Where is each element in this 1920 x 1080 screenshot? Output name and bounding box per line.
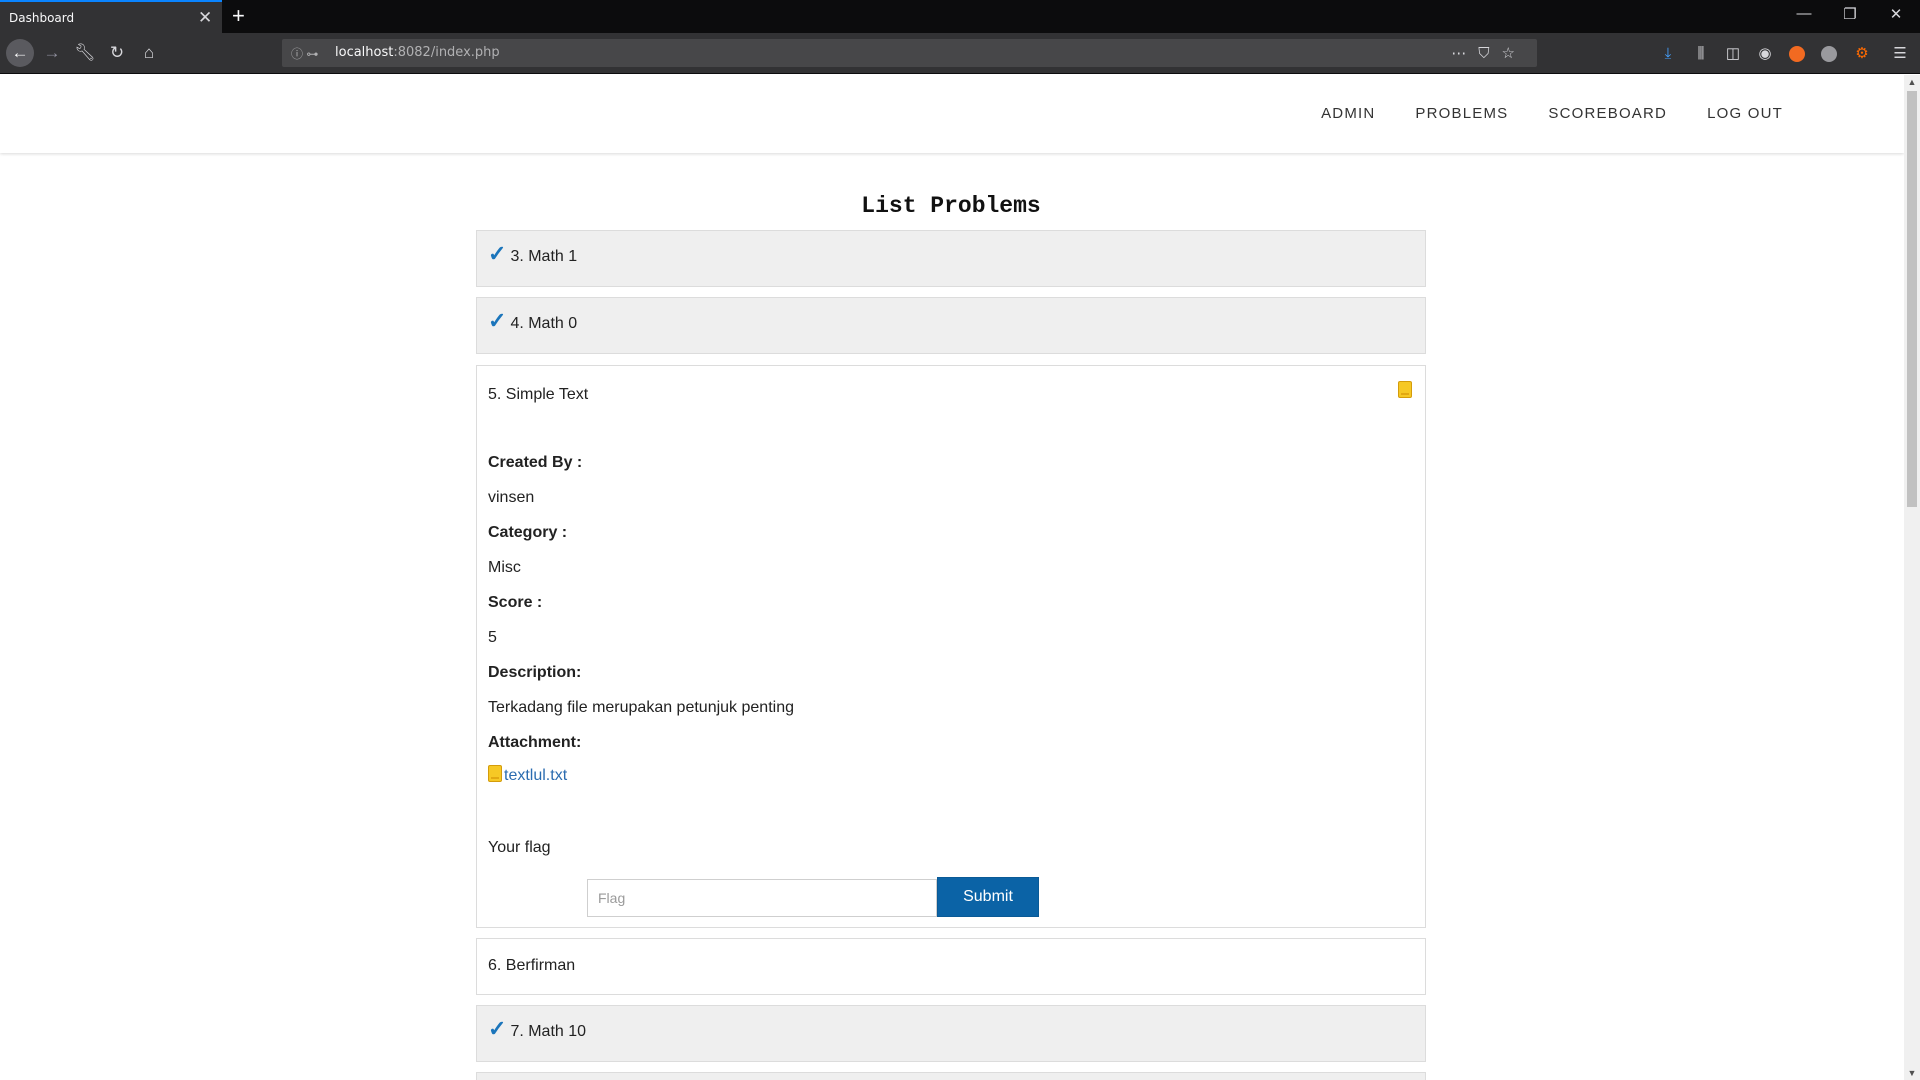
problem-card-simple-text: 5. Simple Text Created By : vinsen Categ… — [476, 365, 1426, 928]
problem-header[interactable]: 5. Simple Text — [488, 386, 588, 404]
menu-icon[interactable]: ☰ — [1890, 44, 1910, 64]
page-actions-icons[interactable]: ⋯⛉☆ — [1451, 44, 1527, 62]
home-icon[interactable]: ⌂ — [138, 42, 160, 64]
forward-arrow-icon[interactable]: → — [41, 42, 63, 64]
library-icon[interactable]: ⫼ — [1691, 44, 1711, 64]
check-icon: ✓ — [488, 1016, 507, 1041]
account-icon[interactable]: ◉ — [1755, 44, 1775, 64]
category-value: Misc — [488, 559, 521, 576]
problem-header: ✓ 7. Math 10 — [488, 1016, 587, 1042]
browser-tab-bar: Dashboard ✕ + — ❐ ✕ — [0, 0, 1920, 33]
problem-header: ✓ 4. Math 0 — [488, 308, 578, 334]
extension-settings-icon[interactable]: ⚙ — [1852, 44, 1872, 64]
submit-button[interactable]: Submit — [937, 877, 1039, 917]
reload-icon[interactable]: ↻ — [106, 42, 128, 64]
attachment-link[interactable]: textlul.txt — [504, 767, 567, 785]
problem-card-berfirman[interactable]: 6. Berfirman — [476, 938, 1426, 995]
download-icon[interactable]: ⤓ — [1658, 44, 1678, 64]
problem-card-math-0[interactable]: ✓ 4. Math 0 — [476, 297, 1426, 354]
attachment-label: Attachment: — [488, 734, 582, 751]
close-tab-icon[interactable]: ✕ — [198, 8, 212, 28]
scroll-down-icon[interactable]: ▼ — [1904, 1068, 1920, 1078]
problem-title: 6. Berfirman — [488, 957, 576, 974]
flag-label: Your flag — [488, 839, 551, 856]
check-icon: ✓ — [488, 308, 507, 333]
description-label: Description: — [488, 664, 582, 681]
problem-title: 3. Math 1 — [510, 248, 578, 265]
created-by-label: Created By : — [488, 454, 583, 471]
page-viewport: ADMIN PROBLEMS SCOREBOARD LOG OUT List P… — [0, 75, 1904, 1080]
url-text: localhost:8082/index.php — [335, 45, 500, 60]
browser-tab[interactable]: Dashboard ✕ — [0, 0, 222, 33]
wrench-icon[interactable]: 🔧︎ — [74, 42, 96, 64]
window-close-icon[interactable]: ✕ — [1876, 5, 1916, 23]
created-by-value: vinsen — [488, 489, 535, 506]
browser-toolbar: ← → 🔧︎ ↻ ⌂ ⓘ ⊶ localhost:8082/index.php … — [0, 33, 1920, 74]
category-label: Category : — [488, 524, 568, 541]
scroll-thumb[interactable] — [1907, 91, 1917, 507]
new-tab-icon[interactable]: + — [232, 3, 245, 29]
problem-header: 6. Berfirman — [488, 957, 575, 975]
problem-title: 4. Math 0 — [510, 315, 578, 332]
problem-title: 7. Math 10 — [510, 1023, 587, 1040]
extension-orange-icon[interactable] — [1789, 46, 1805, 62]
problem-card-math-1[interactable]: ✓ 3. Math 1 — [476, 230, 1426, 287]
problem-card-next[interactable] — [476, 1072, 1426, 1080]
file-icon — [488, 764, 502, 782]
nav-admin[interactable]: ADMIN — [1321, 105, 1375, 122]
restore-icon[interactable]: ❐ — [1830, 5, 1870, 23]
site-nav: ADMIN PROBLEMS SCOREBOARD LOG OUT — [1321, 105, 1783, 122]
flag-input[interactable] — [587, 879, 937, 917]
problem-card-math-10[interactable]: ✓ 7. Math 10 — [476, 1005, 1426, 1062]
nav-log-out[interactable]: LOG OUT — [1707, 105, 1783, 122]
check-icon: ✓ — [488, 241, 507, 266]
problem-title: 5. Simple Text — [488, 386, 589, 403]
sidebar-icon[interactable]: ◫ — [1723, 44, 1743, 64]
url-bar[interactable]: ⓘ ⊶ localhost:8082/index.php ⋯⛉☆ — [282, 39, 1537, 67]
nav-problems[interactable]: PROBLEMS — [1415, 105, 1508, 122]
page-title: List Problems — [861, 193, 1041, 219]
description-value: Terkadang file merupakan petunjuk pentin… — [488, 699, 794, 716]
score-label: Score : — [488, 594, 543, 611]
nav-scoreboard[interactable]: SCOREBOARD — [1548, 105, 1667, 122]
problem-header: ✓ 3. Math 1 — [488, 241, 578, 267]
score-value: 5 — [488, 629, 497, 646]
site-info-icon[interactable]: ⓘ ⊶ — [291, 45, 318, 62]
note-icon — [1398, 381, 1412, 398]
tab-title: Dashboard — [9, 11, 75, 25]
page-scrollbar[interactable]: ▲ ▼ — [1904, 75, 1920, 1080]
attachment-row: textlul.txt — [488, 764, 567, 785]
back-arrow-icon[interactable]: ← — [6, 39, 34, 67]
scroll-up-icon[interactable]: ▲ — [1904, 77, 1920, 87]
minimize-icon[interactable]: — — [1784, 5, 1824, 22]
extension-grey-icon[interactable] — [1821, 46, 1837, 62]
site-header: ADMIN PROBLEMS SCOREBOARD LOG OUT — [0, 75, 1904, 153]
